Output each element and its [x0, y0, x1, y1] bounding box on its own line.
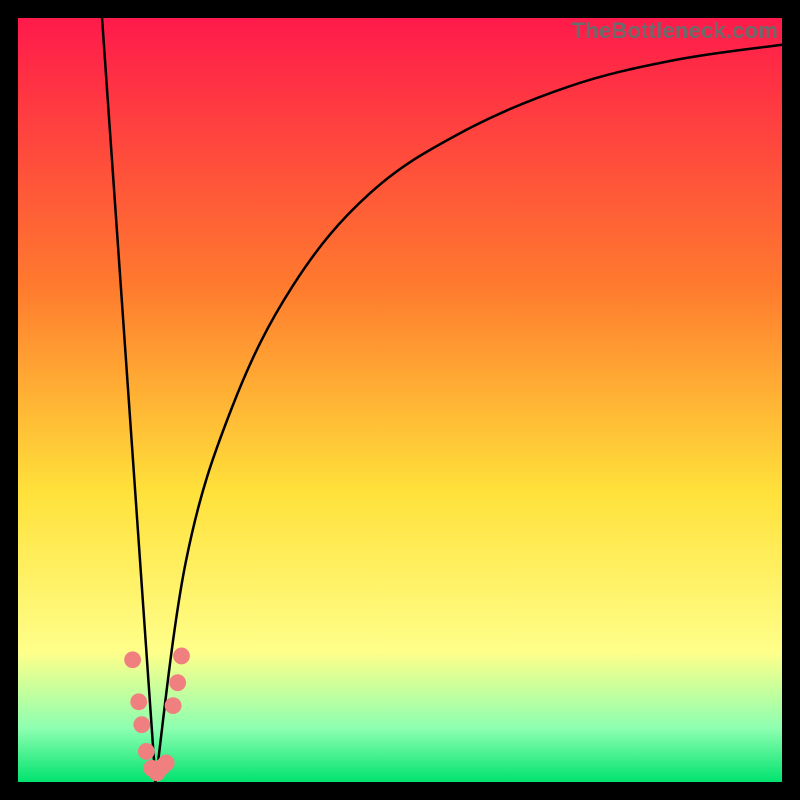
- data-dot: [165, 697, 182, 714]
- data-dot: [158, 754, 175, 771]
- data-dot: [173, 648, 190, 665]
- chart-svg: [18, 18, 782, 782]
- data-dot: [133, 716, 150, 733]
- plot-area: TheBottleneck.com: [18, 18, 782, 782]
- data-dot: [124, 651, 141, 668]
- watermark-text: TheBottleneck.com: [572, 18, 778, 44]
- chart-frame: TheBottleneck.com: [0, 0, 800, 800]
- data-dot: [138, 743, 155, 760]
- data-dot: [169, 674, 186, 691]
- data-dot: [130, 693, 147, 710]
